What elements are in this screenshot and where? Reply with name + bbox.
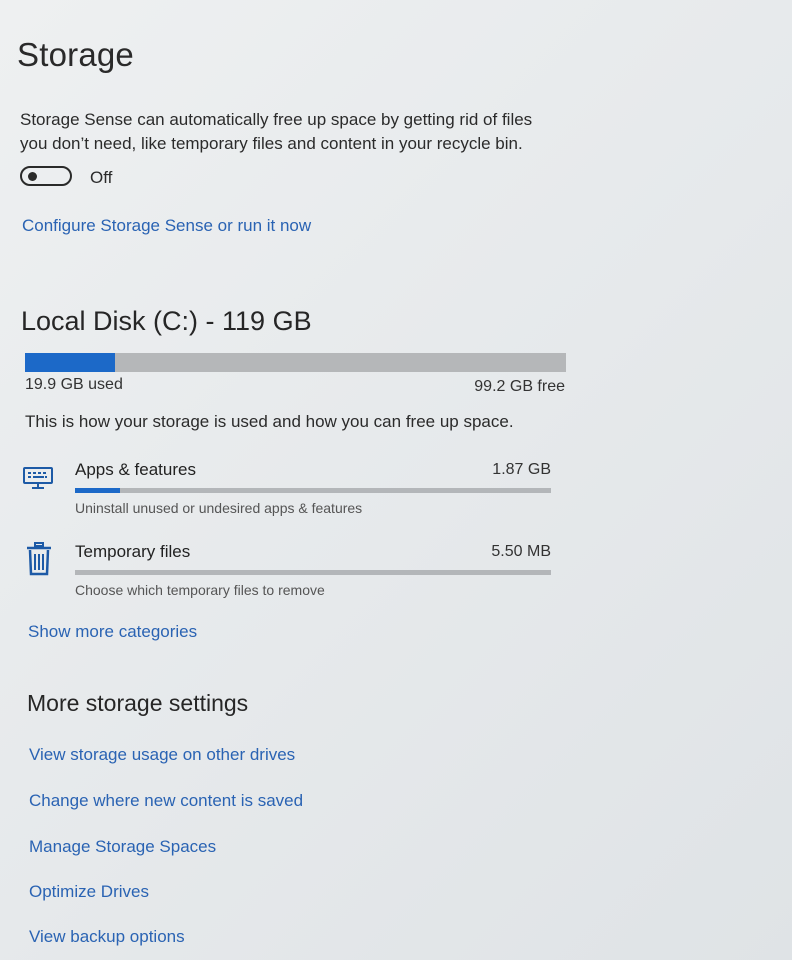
show-more-categories-link[interactable]: Show more categories xyxy=(28,622,197,642)
page-title: Storage xyxy=(17,36,134,73)
disk-used-label: 19.9 GB used xyxy=(25,376,123,393)
change-new-content-location-link[interactable]: Change where new content is saved xyxy=(29,791,303,811)
category-size: 1.87 GB xyxy=(492,461,551,478)
disk-usage-bar xyxy=(25,353,566,372)
usage-explanation: This is how your storage is used and how… xyxy=(25,412,514,431)
description-line-1: Storage Sense can automatically free up … xyxy=(20,110,533,129)
configure-storage-sense-link[interactable]: Configure Storage Sense or run it now xyxy=(22,216,311,236)
description-line-2: you don’t need, like temporary files and… xyxy=(20,134,523,153)
category-temporary-files[interactable]: Temporary files 5.50 MB Choose which tem… xyxy=(22,542,562,602)
disk-title: Local Disk (C:) - 119 GB xyxy=(21,306,312,336)
manage-storage-spaces-link[interactable]: Manage Storage Spaces xyxy=(29,837,216,857)
optimize-drives-link[interactable]: Optimize Drives xyxy=(29,882,149,902)
toggle-knob xyxy=(28,172,37,181)
category-description: Uninstall unused or undesired apps & fea… xyxy=(75,500,363,516)
category-usage-bar xyxy=(75,488,551,493)
category-usage-bar-fill xyxy=(75,488,120,493)
trash-icon xyxy=(26,542,52,581)
keyboard-monitor-icon xyxy=(22,466,54,495)
toggle-state-label: Off xyxy=(90,168,113,187)
category-apps-features[interactable]: Apps & features 1.87 GB Uninstall unused… xyxy=(22,460,562,520)
category-usage-bar xyxy=(75,570,551,575)
category-size: 5.50 MB xyxy=(491,543,551,560)
view-backup-options-link[interactable]: View backup options xyxy=(29,927,185,947)
storage-sense-toggle[interactable] xyxy=(20,166,72,186)
category-name: Apps & features xyxy=(75,460,196,479)
disk-usage-bar-fill xyxy=(25,353,116,372)
disk-free-label: 99.2 GB free xyxy=(474,378,565,395)
category-description: Choose which temporary files to remove xyxy=(75,582,325,598)
more-storage-settings-title: More storage settings xyxy=(27,690,249,716)
view-storage-other-drives-link[interactable]: View storage usage on other drives xyxy=(29,745,295,765)
storage-sense-description: Storage Sense can automatically free up … xyxy=(20,108,560,156)
category-name: Temporary files xyxy=(75,542,191,561)
